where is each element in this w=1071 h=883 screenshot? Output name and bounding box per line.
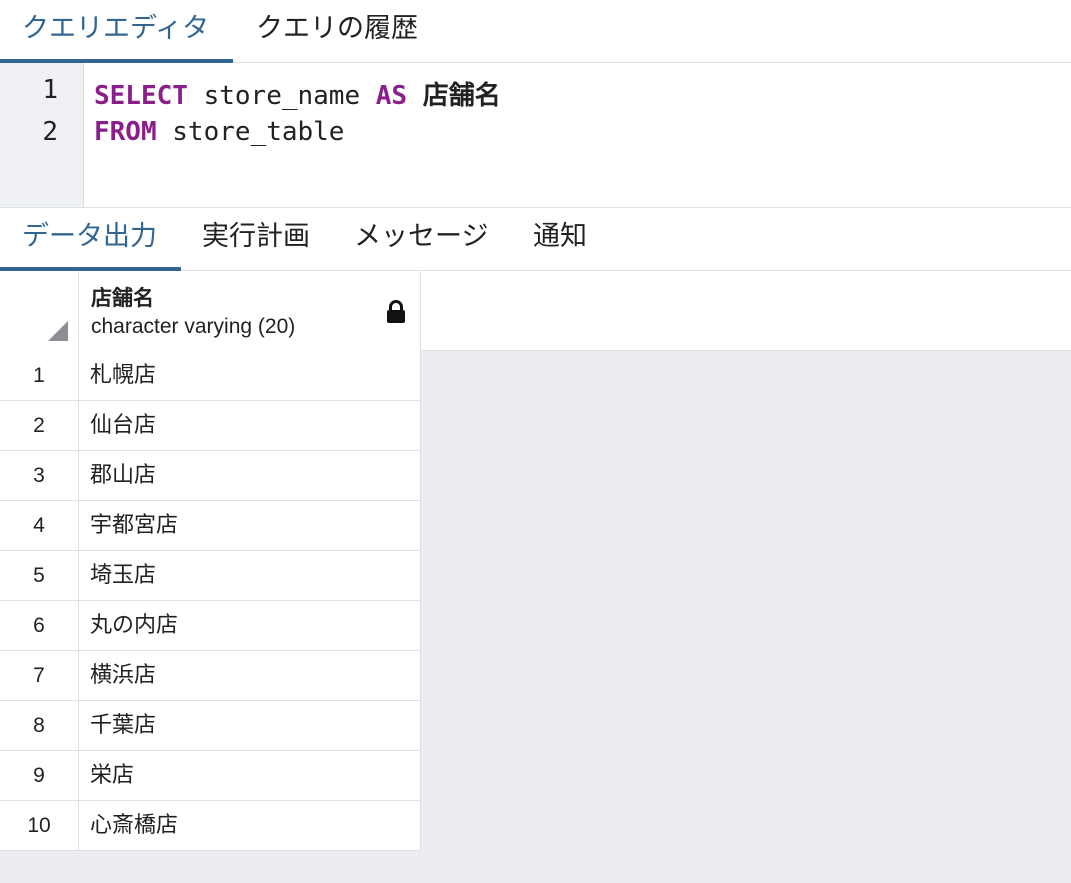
code-line-1[interactable]: SELECT store_name AS 店舗名 — [94, 75, 501, 112]
tab-label: メッセージ — [354, 221, 489, 252]
row-number[interactable]: 4 — [0, 501, 79, 550]
output-tab-bar: データ出力 実行計画 メッセージ 通知 — [0, 208, 1071, 272]
table-row[interactable]: 8 千葉店 — [0, 701, 421, 751]
row-number[interactable]: 9 — [0, 751, 79, 800]
table-cell[interactable]: 心斎橋店 — [79, 801, 421, 850]
tab-label: 通知 — [533, 221, 587, 252]
sql-identifier: store_name — [187, 81, 376, 111]
tab-data-output[interactable]: データ出力 — [0, 208, 181, 272]
tab-query-editor[interactable]: クエリエディタ — [0, 0, 233, 64]
row-number[interactable]: 5 — [0, 551, 79, 600]
tab-label: クエリの履歴 — [256, 13, 418, 44]
sql-alias: 店舗名 — [422, 81, 501, 111]
corner-triangle-icon — [48, 321, 68, 341]
row-number[interactable]: 2 — [0, 401, 79, 450]
line-number: 2 — [42, 117, 58, 147]
sql-keyword: FROM — [94, 117, 157, 147]
sql-identifier: store_table — [156, 117, 345, 147]
tab-explain[interactable]: 実行計画 — [202, 208, 310, 271]
lock-icon — [387, 300, 405, 323]
table-cell[interactable]: 千葉店 — [79, 701, 421, 750]
code-line-2[interactable]: FROM store_table — [94, 117, 344, 147]
row-number[interactable]: 7 — [0, 651, 79, 700]
tab-messages[interactable]: メッセージ — [354, 208, 488, 271]
table-row[interactable]: 1 札幌店 — [0, 351, 421, 401]
grid-header: 店舗名 character varying (20) — [0, 271, 1071, 351]
tab-label: 実行計画 — [202, 221, 310, 252]
column-name: 店舗名 — [91, 286, 154, 310]
table-cell[interactable]: 札幌店 — [79, 351, 421, 400]
sql-editor[interactable]: 1 2 SELECT store_name AS 店舗名 FROM store_… — [0, 63, 1071, 208]
table-cell[interactable]: 宇都宮店 — [79, 501, 421, 550]
tab-notifications[interactable]: 通知 — [533, 208, 587, 271]
select-all-corner[interactable] — [0, 271, 79, 351]
table-row[interactable]: 4 宇都宮店 — [0, 501, 421, 551]
column-type: character varying (20) — [91, 315, 296, 338]
column-header[interactable]: 店舗名 character varying (20) — [79, 271, 421, 351]
sql-keyword: AS — [375, 81, 408, 111]
tab-query-history[interactable]: クエリの履歴 — [256, 0, 418, 63]
table-cell[interactable]: 栄店 — [79, 751, 421, 800]
tab-label: データ出力 — [22, 221, 157, 252]
table-row[interactable]: 2 仙台店 — [0, 401, 421, 451]
table-row[interactable]: 9 栄店 — [0, 751, 421, 801]
row-number[interactable]: 3 — [0, 451, 79, 500]
table-cell[interactable]: 丸の内店 — [79, 601, 421, 650]
row-number[interactable]: 8 — [0, 701, 79, 750]
row-number[interactable]: 1 — [0, 351, 79, 400]
tab-label: クエリエディタ — [22, 13, 210, 44]
line-number: 1 — [42, 75, 58, 105]
table-cell[interactable]: 埼玉店 — [79, 551, 421, 600]
table-cell[interactable]: 仙台店 — [79, 401, 421, 450]
table-row[interactable]: 5 埼玉店 — [0, 551, 421, 601]
row-number[interactable]: 10 — [0, 801, 79, 850]
line-number-gutter: 1 2 — [0, 63, 84, 207]
row-number[interactable]: 6 — [0, 601, 79, 650]
sql-space — [407, 81, 423, 111]
table-row[interactable]: 10 心斎橋店 — [0, 801, 421, 851]
table-row[interactable]: 7 横浜店 — [0, 651, 421, 701]
sql-keyword: SELECT — [94, 81, 188, 111]
table-cell[interactable]: 郡山店 — [79, 451, 421, 500]
table-row[interactable]: 3 郡山店 — [0, 451, 421, 501]
result-grid: 店舗名 character varying (20) 1 札幌店 2 仙台店 3… — [0, 271, 1071, 883]
editor-tab-bar: クエリエディタ クエリの履歴 — [0, 0, 1071, 64]
table-cell[interactable]: 横浜店 — [79, 651, 421, 700]
table-row[interactable]: 6 丸の内店 — [0, 601, 421, 651]
